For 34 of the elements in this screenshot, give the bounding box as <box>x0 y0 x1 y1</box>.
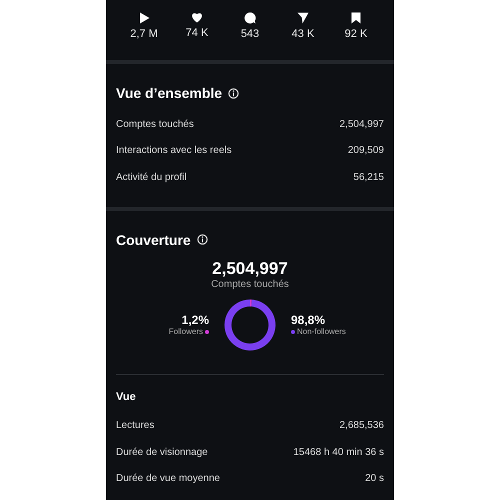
metric-value: 20 s <box>365 473 384 484</box>
stat-count: 2,7 M <box>130 28 158 40</box>
heart-icon <box>191 12 203 23</box>
info-icon[interactable] <box>196 234 208 245</box>
play-icon <box>138 12 150 24</box>
legend-percent: 98,8% <box>291 313 326 327</box>
reach-label: Comptes touchés <box>211 278 289 290</box>
metric-label: Durée de visionnage <box>116 446 208 458</box>
metric-value: 56,215 <box>353 172 384 183</box>
metric-label: Durée de vue moyenne <box>116 473 220 484</box>
donut-chart <box>223 298 277 352</box>
comment-icon <box>244 12 256 24</box>
section-title: Vue d’ensemble <box>116 85 222 101</box>
metric-value: 2,504,997 <box>340 118 384 130</box>
metric-value: 2,685,536 <box>340 420 384 432</box>
legend-percent: 1,2% <box>182 313 209 327</box>
metric-value: 15468 h 40 min 36 s <box>293 446 384 458</box>
metric-label: Interactions avec les reels <box>116 145 232 156</box>
stat-count: 543 <box>240 28 260 40</box>
metric-label: Lectures <box>116 420 154 432</box>
stat-count: 74 K <box>186 27 208 39</box>
bookmark-icon <box>351 12 361 24</box>
legend-label: Non-followers <box>297 327 346 336</box>
reach-total: 2,504,997 <box>212 258 288 278</box>
section-title: Couverture <box>116 232 191 248</box>
legend-label: Followers <box>168 327 203 336</box>
metric-label: Comptes touchés <box>116 118 194 130</box>
metric-label: Activité du profil <box>116 172 187 183</box>
metric-value: 209,509 <box>348 145 384 156</box>
send-icon <box>297 12 309 24</box>
section-title: Vue <box>116 390 136 402</box>
stat-count: 92 K <box>344 28 368 40</box>
info-icon[interactable] <box>228 88 240 98</box>
stat-count: 43 K <box>292 28 314 40</box>
